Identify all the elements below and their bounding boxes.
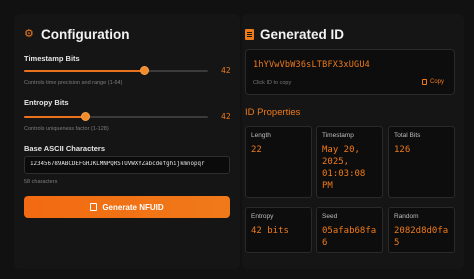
ascii-characters-value: 123456789ABCDEFGHJKLMNPQRSTUVWXYZabcdefg…: [30, 161, 205, 167]
generated-id-box[interactable]: 1hYVwVbW36sLTBFX3xUGU4 Click ID to copy …: [245, 49, 455, 95]
timestamp-bits-slider[interactable]: [24, 66, 208, 76]
copy-label: Copy: [429, 79, 444, 85]
config-header: ⚙ Configuration: [24, 27, 129, 42]
slider-fill: [24, 70, 144, 72]
slider-thumb[interactable]: [139, 66, 149, 75]
entropy-bits-slider[interactable]: [24, 112, 208, 122]
id-properties-title: ID Properties: [245, 107, 301, 118]
property-label: Total Bits: [394, 132, 421, 139]
ascii-character-count: 58 characters: [24, 179, 58, 185]
timestamp-bits-value: 42: [221, 66, 231, 75]
property-value: 2082d8d0fa 5: [394, 226, 449, 248]
slider-thumb[interactable]: [80, 112, 90, 121]
property-value: 05afab68fa 6: [322, 226, 377, 248]
property-label: Length: [251, 132, 271, 139]
slider-fill: [24, 116, 85, 118]
property-value: 22: [251, 145, 262, 155]
property-card-total-bits: Total Bits 126: [388, 126, 455, 198]
property-card-random: Random 2082d8d0fa 5: [388, 207, 455, 253]
copy-button[interactable]: Copy: [421, 79, 444, 85]
property-card-seed: Seed 05afab68fa 6: [316, 207, 383, 253]
property-value: May 20, 2025, 01:03:08 PM: [322, 145, 366, 191]
document-icon: [245, 29, 254, 40]
property-label: Entropy: [251, 213, 274, 220]
entropy-bits-value: 42: [221, 112, 231, 121]
property-card-entropy: Entropy 42 bits: [245, 207, 312, 253]
entropy-bits-hint: Controls uniqueness factor (1-128): [24, 126, 109, 132]
ascii-characters-input[interactable]: 123456789ABCDEFGHJKLMNPQRSTUVWXYZabcdefg…: [24, 156, 230, 174]
gear-icon: ⚙: [24, 28, 34, 40]
generated-title: Generated ID: [260, 27, 345, 42]
config-title: Configuration: [41, 27, 130, 42]
property-value: 126: [394, 145, 411, 155]
generated-header: Generated ID: [245, 27, 344, 42]
property-label: Seed: [322, 213, 338, 220]
copy-hint: Click ID to copy: [253, 80, 292, 86]
timestamp-bits-label: Timestamp Bits: [24, 54, 80, 63]
property-card-timestamp: Timestamp May 20, 2025, 01:03:08 PM: [316, 126, 383, 198]
ascii-characters-label: Base ASCII Characters: [24, 144, 106, 153]
property-value: 42 bits: [251, 226, 289, 236]
entropy-bits-label: Entropy Bits: [24, 98, 69, 107]
configuration-panel: [14, 14, 240, 269]
property-label: Timestamp: [322, 132, 354, 139]
generate-nfuid-label: Generate NFUID: [102, 202, 164, 212]
copy-icon: [421, 79, 427, 85]
sparkle-icon: [90, 203, 98, 211]
generate-nfuid-button[interactable]: Generate NFUID: [24, 196, 230, 218]
generated-id-value[interactable]: 1hYVwVbW36sLTBFX3xUGU4: [253, 60, 370, 70]
timestamp-bits-hint: Controls time precision and range (1-64): [24, 80, 123, 86]
property-label: Random: [394, 213, 419, 220]
property-card-length: Length 22: [245, 126, 312, 198]
